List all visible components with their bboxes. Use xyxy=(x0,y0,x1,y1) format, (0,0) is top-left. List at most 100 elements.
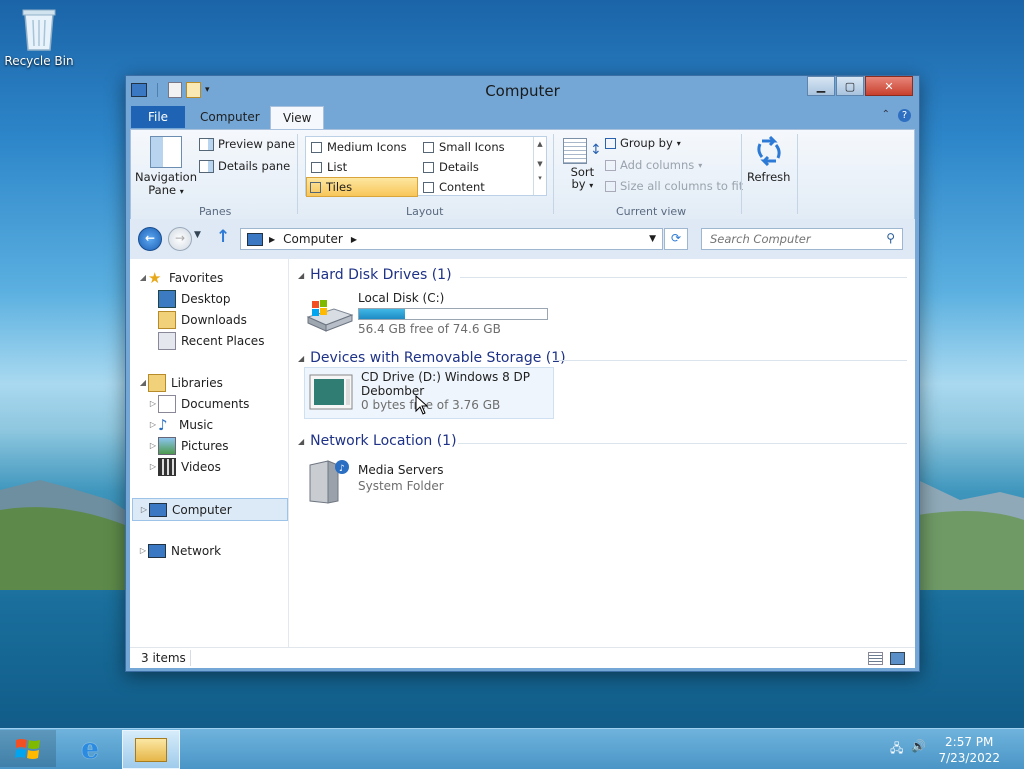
up-button[interactable]: ↑ xyxy=(216,227,230,247)
breadcrumb-separator-icon[interactable]: ▶ xyxy=(269,235,275,244)
nav-videos[interactable]: ▷ Videos xyxy=(148,456,288,477)
collapse-arrow-icon[interactable]: ◢ xyxy=(298,437,304,446)
navigation-pane-icon xyxy=(150,136,182,168)
nav-favorites[interactable]: ◢ ★ Favorites xyxy=(138,267,288,288)
group-by-button[interactable]: Group by ▾ xyxy=(605,136,681,150)
group-header-network[interactable]: ◢ Network Location (1) xyxy=(298,433,457,449)
layout-medium-icons[interactable]: Medium Icons xyxy=(308,138,410,156)
nav-label: Favorites xyxy=(169,270,224,285)
search-icon[interactable]: ⚲ xyxy=(886,231,895,245)
address-refresh-button[interactable]: ⟳ xyxy=(664,228,688,250)
clock[interactable]: 2:57 PM 7/23/2022 xyxy=(938,734,1000,766)
tab-file[interactable]: File xyxy=(131,106,185,128)
help-icon[interactable]: ? xyxy=(898,109,911,122)
refresh-icon xyxy=(757,136,781,166)
title-bar[interactable]: ▾ Computer ▁ ▢ ✕ xyxy=(126,76,919,105)
size-columns-button[interactable]: Size all columns to fit xyxy=(605,179,743,193)
layout-details[interactable]: Details xyxy=(420,158,482,176)
layout-gallery-scroll[interactable]: ▲ ▼ ▾ xyxy=(533,137,546,195)
forward-arrow-icon: → xyxy=(174,231,186,245)
search-box[interactable]: ⚲ xyxy=(701,228,903,250)
details-pane-button[interactable]: Details pane xyxy=(199,159,290,173)
expand-arrow-icon[interactable]: ▷ xyxy=(148,420,158,429)
add-columns-button[interactable]: Add columns ▾ xyxy=(605,158,702,172)
group-header-removable[interactable]: ◢ Devices with Removable Storage (1) xyxy=(298,350,566,366)
preview-pane-button[interactable]: Preview pane xyxy=(199,137,295,151)
nav-music[interactable]: ▷ ♪ Music xyxy=(148,414,288,435)
expand-arrow-icon[interactable]: ▷ xyxy=(148,441,158,450)
expand-arrow-icon[interactable]: ◢ xyxy=(138,378,148,387)
layout-group-label: Layout xyxy=(406,205,444,218)
expand-arrow-icon[interactable]: ▷ xyxy=(148,462,158,471)
current-view-group-label: Current view xyxy=(616,205,687,218)
recent-locations-dropdown[interactable]: ▼ xyxy=(194,230,201,240)
chevron-down-icon: ▾ xyxy=(698,160,703,170)
drive-tile-local-disk[interactable]: Local Disk (C:) 56.4 GB free of 74.6 GB xyxy=(304,291,554,341)
details-view-icon[interactable] xyxy=(868,652,883,665)
start-button[interactable] xyxy=(0,730,56,767)
scroll-up-icon[interactable]: ▲ xyxy=(534,140,546,148)
minimize-ribbon-icon[interactable]: ⌃ xyxy=(882,109,890,122)
network-tile-media-servers[interactable]: ♪ Media Servers System Folder xyxy=(304,457,554,507)
close-button[interactable]: ✕ xyxy=(865,76,913,96)
disk-usage-bar xyxy=(358,308,548,320)
hard-drive-icon xyxy=(306,300,354,332)
ribbon-separator xyxy=(297,134,298,214)
downloads-icon xyxy=(158,310,176,329)
collapse-arrow-icon[interactable]: ◢ xyxy=(298,271,304,280)
nav-libraries[interactable]: ◢ Libraries xyxy=(138,372,288,393)
address-bar[interactable]: ▶ Computer ▶ ▼ xyxy=(240,228,663,250)
gallery-more-icon[interactable]: ▾ xyxy=(534,174,546,182)
drive-tile-cd-drive[interactable]: CD Drive (D:) Windows 8 DP Debomber 0 by… xyxy=(304,367,554,419)
recent-places-icon xyxy=(158,331,176,350)
medium-icons-icon xyxy=(311,141,322,153)
maximize-button[interactable]: ▢ xyxy=(836,76,864,96)
group-header-hard-disk[interactable]: ◢ Hard Disk Drives (1) xyxy=(298,267,452,283)
pictures-icon xyxy=(158,436,176,455)
recycle-bin-shortcut[interactable]: Recycle Bin xyxy=(4,6,74,68)
sort-by-button[interactable]: ↕ Sort by ▾ xyxy=(563,138,602,191)
ribbon-separator xyxy=(553,134,554,214)
expand-arrow-icon[interactable]: ▷ xyxy=(148,399,158,408)
tab-computer[interactable]: Computer xyxy=(188,106,272,128)
volume-icon[interactable]: 🔊 xyxy=(911,739,926,760)
nav-desktop[interactable]: Desktop xyxy=(158,288,288,309)
clock-date: 7/23/2022 xyxy=(938,751,1000,765)
back-button[interactable]: ← xyxy=(138,227,162,251)
nav-downloads[interactable]: Downloads xyxy=(158,309,288,330)
breadcrumb-computer[interactable]: Computer xyxy=(283,232,343,246)
address-dropdown-icon[interactable]: ▼ xyxy=(649,234,656,244)
nav-recent-places[interactable]: Recent Places xyxy=(158,330,288,351)
layout-list[interactable]: List xyxy=(308,158,350,176)
music-icon: ♪ xyxy=(158,415,168,434)
breadcrumb-separator-icon[interactable]: ▶ xyxy=(351,235,357,244)
tab-view[interactable]: View xyxy=(270,106,325,129)
clock-time: 2:57 PM xyxy=(945,735,994,749)
collapse-arrow-icon[interactable]: ◢ xyxy=(298,354,304,363)
expand-arrow-icon[interactable]: ◢ xyxy=(138,273,148,282)
layout-small-icons[interactable]: Small Icons xyxy=(420,138,508,156)
layout-content[interactable]: Content xyxy=(420,178,488,196)
group-divider xyxy=(460,277,907,278)
star-icon: ★ xyxy=(148,268,162,287)
taskbar-internet-explorer[interactable]: e xyxy=(62,730,118,767)
navigation-pane-button[interactable]: Navigation Pane ▾ xyxy=(134,136,198,197)
nav-documents[interactable]: ▷ Documents xyxy=(148,393,288,414)
forward-button[interactable]: → xyxy=(168,227,192,251)
search-input[interactable] xyxy=(708,229,882,249)
expand-arrow-icon[interactable]: ▷ xyxy=(139,505,149,514)
minimize-button[interactable]: ▁ xyxy=(807,76,835,96)
expand-arrow-icon[interactable]: ▷ xyxy=(138,546,148,555)
window-title: Computer xyxy=(485,82,560,100)
nav-network[interactable]: ▷ Network xyxy=(138,540,288,561)
large-icons-view-icon[interactable] xyxy=(890,652,905,665)
navigation-pane-label: Navigation xyxy=(134,170,198,184)
scroll-down-icon[interactable]: ▼ xyxy=(534,160,546,168)
system-tray: 🖧 🔊 xyxy=(890,739,926,760)
network-tray-icon[interactable]: 🖧 xyxy=(890,739,903,760)
taskbar-file-explorer[interactable] xyxy=(122,730,180,769)
layout-tiles[interactable]: Tiles xyxy=(306,177,418,197)
refresh-ribbon-button[interactable]: Refresh xyxy=(747,136,790,184)
nav-pictures[interactable]: ▷ Pictures xyxy=(148,435,288,456)
nav-computer[interactable]: ▷ Computer xyxy=(132,498,288,521)
